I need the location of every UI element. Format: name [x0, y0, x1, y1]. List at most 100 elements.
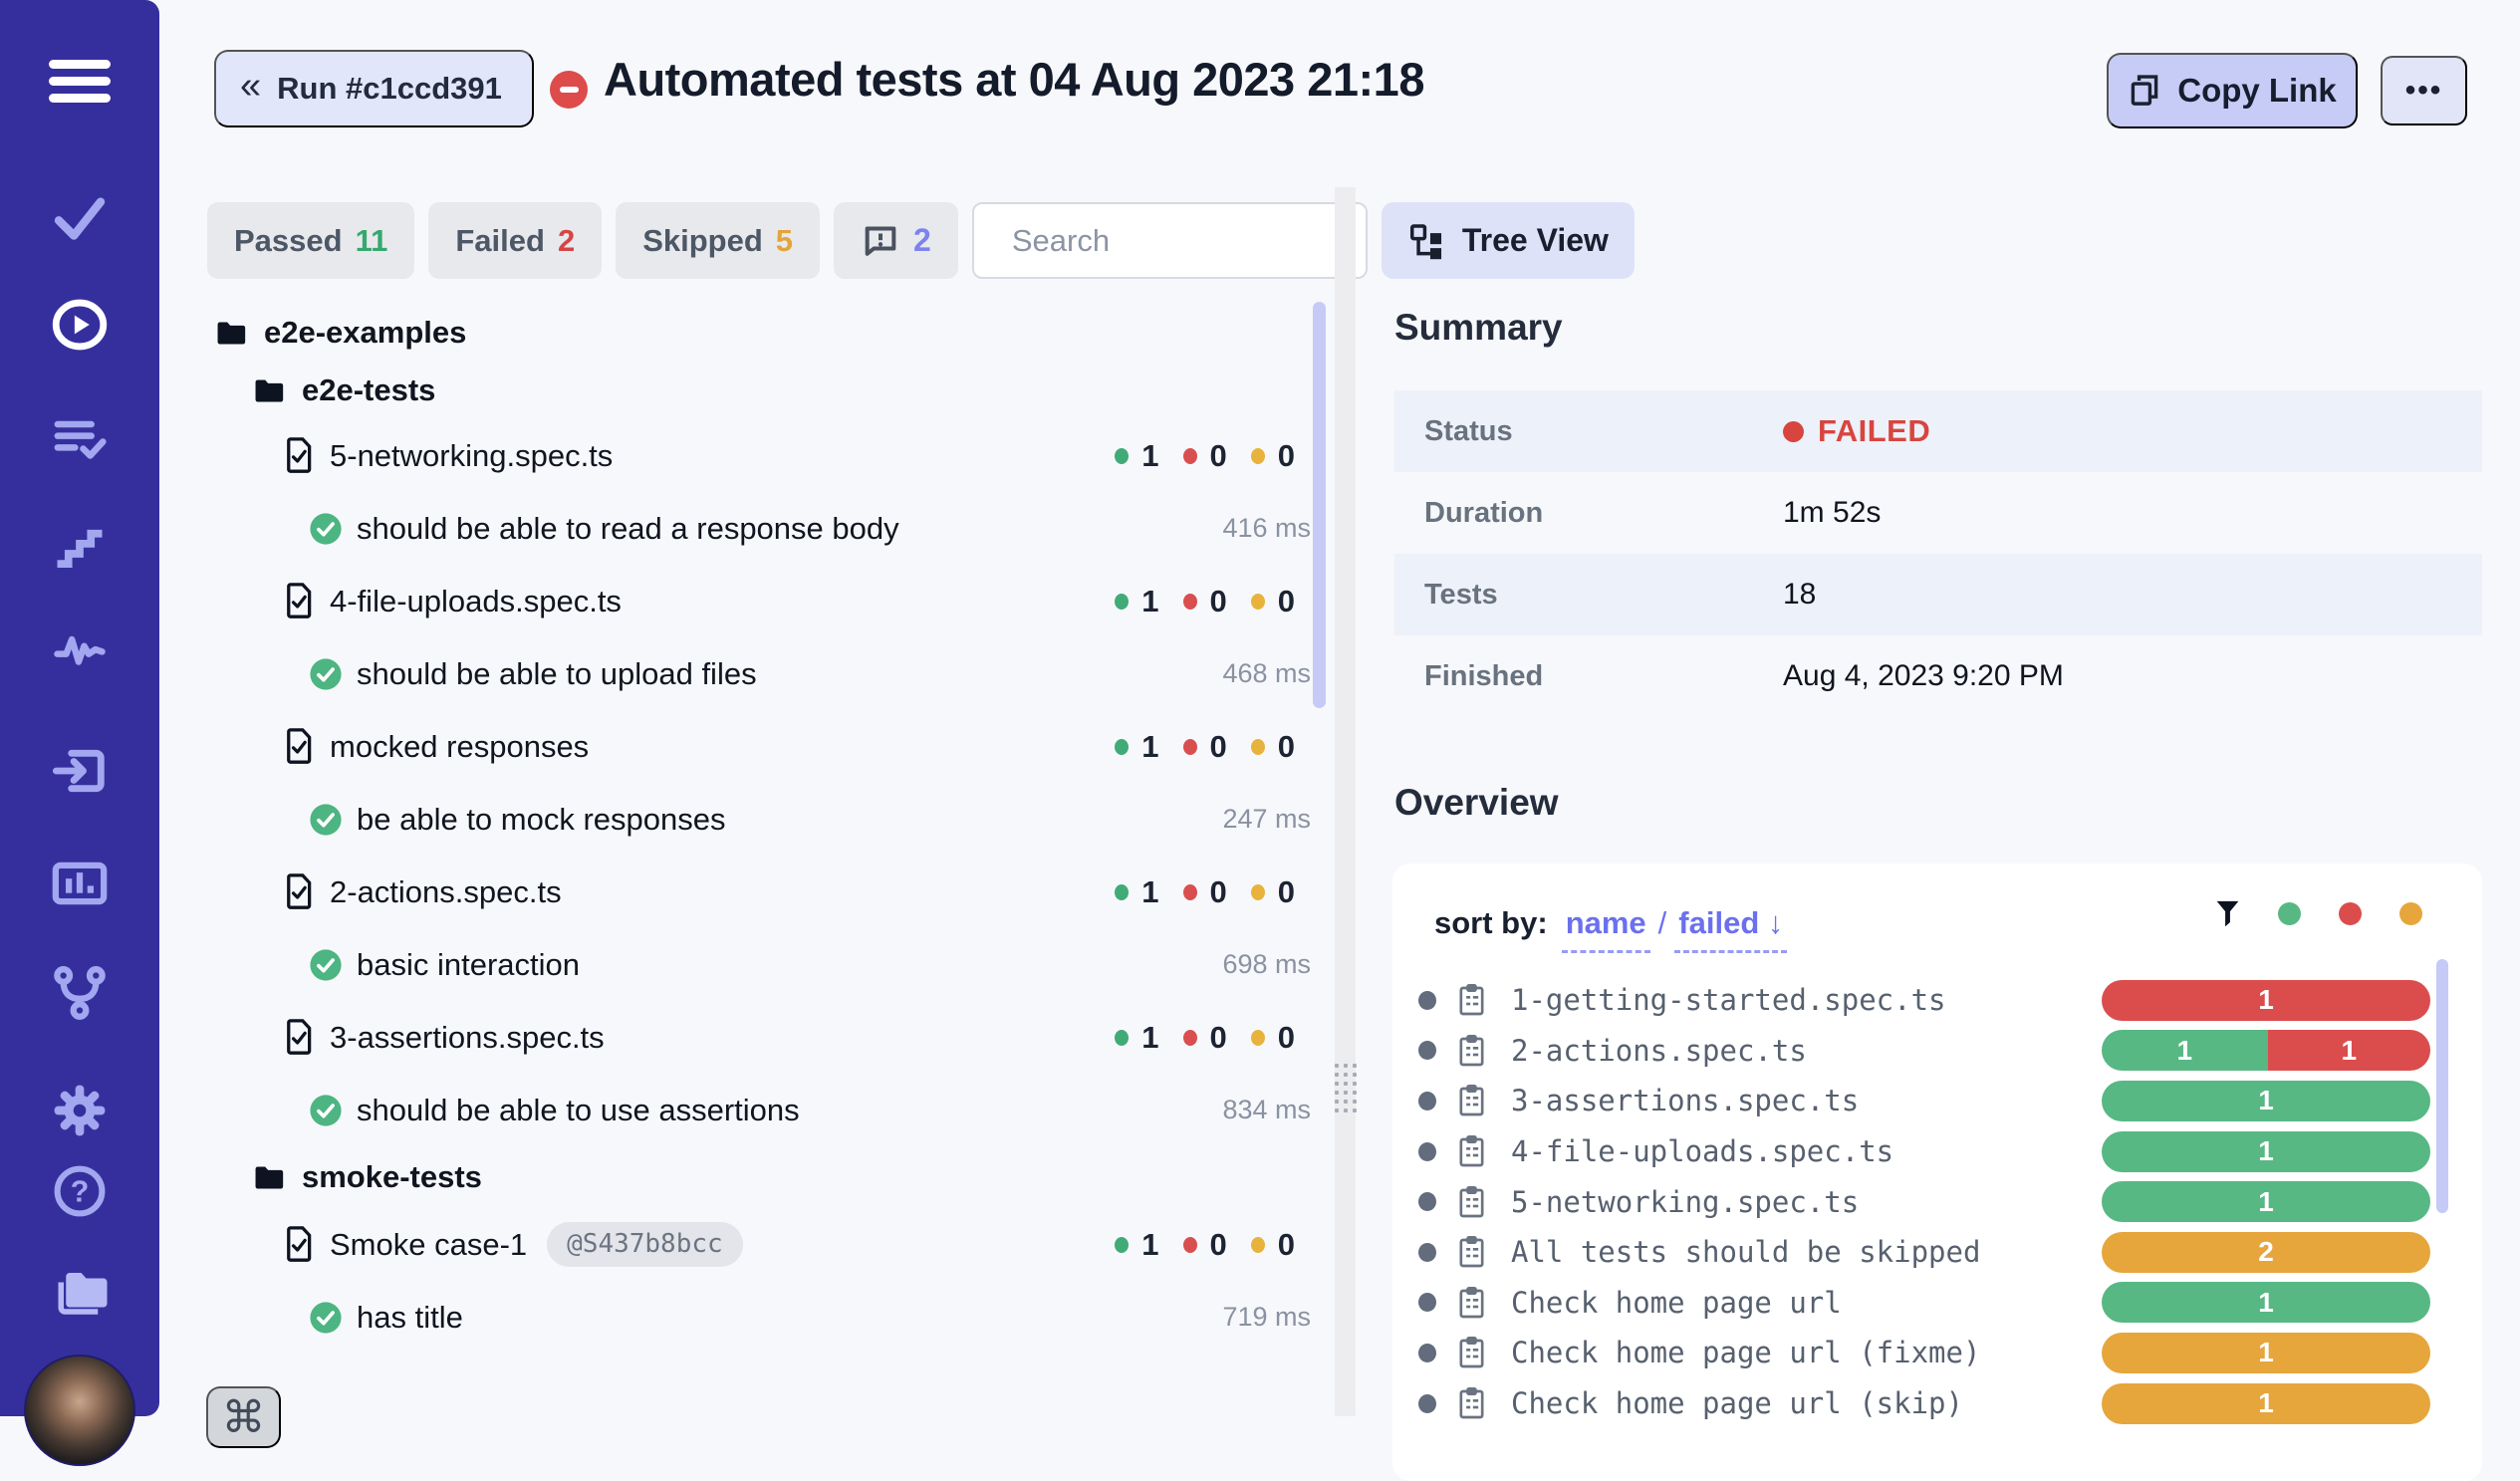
bar-segment-count: 1: [2258, 1287, 2274, 1319]
tree-row-label: e2e-tests: [302, 372, 435, 408]
result-counts: 100: [1115, 438, 1295, 474]
user-avatar[interactable]: [24, 1355, 135, 1466]
result-bar: 1: [2102, 1081, 2430, 1121]
failed-count: 2: [558, 223, 575, 259]
passed-count: 1: [1141, 874, 1158, 910]
sort-failed-label: failed: [1678, 905, 1759, 940]
list-check-icon[interactable]: [52, 412, 108, 464]
tree-row-file[interactable]: Smoke case-1@S437b8bcc100: [214, 1208, 1320, 1281]
status-failed-text: FAILED: [1818, 413, 1930, 449]
skipped-count: 0: [1278, 438, 1295, 474]
summary-value: 1m 52s: [1783, 496, 1881, 530]
play-circle-icon[interactable]: [51, 297, 109, 353]
filter-dot-amber[interactable]: [2399, 902, 2422, 925]
tree-row-folder[interactable]: smoke-tests: [214, 1146, 1320, 1208]
tree-view-icon: [1407, 222, 1445, 260]
summary-row: StatusFAILED: [1394, 390, 2482, 472]
tree-view-button[interactable]: Tree View: [1382, 202, 1635, 279]
svg-text:?: ?: [71, 1176, 90, 1209]
tree-row-label: smoke-tests: [302, 1159, 482, 1195]
test-tree: e2e-examples e2e-tests 5-networking.spec.t…: [214, 304, 1320, 1354]
summary-value: FAILED: [1783, 413, 1930, 449]
test-duration: 416 ms: [1222, 513, 1311, 544]
test-list-icon: [1458, 1287, 1485, 1319]
tree-row-file[interactable]: 3-assertions.spec.ts100: [214, 1001, 1320, 1074]
test-list-icon: [1458, 1035, 1485, 1067]
more-options-button[interactable]: •••: [2381, 56, 2467, 125]
sort-controls: sort by: name / failed ↓: [1434, 903, 1787, 953]
overview-row[interactable]: 4-file-uploads.spec.ts1: [1392, 1126, 2482, 1177]
sort-by-name-link[interactable]: name: [1562, 903, 1650, 953]
bar-segment-count: 1: [2258, 1337, 2274, 1368]
menu-icon[interactable]: [49, 60, 111, 103]
tree-row-file[interactable]: 2-actions.spec.ts100: [214, 856, 1320, 928]
overview-row[interactable]: Check home page url1: [1392, 1278, 2482, 1329]
overview-scrollbar[interactable]: [2436, 959, 2448, 1213]
passed-check-icon: [309, 1301, 343, 1335]
bar-segment-green: 1: [2102, 1181, 2430, 1222]
sort-by-label: sort by:: [1434, 903, 1548, 941]
tree-row-folder[interactable]: e2e-tests: [214, 362, 1320, 419]
overview-row[interactable]: 2-actions.spec.ts11: [1392, 1026, 2482, 1077]
failed-count: 0: [1210, 729, 1227, 765]
sort-by-failed-link[interactable]: failed ↓: [1674, 903, 1787, 953]
spec-bullet-icon: [1418, 1092, 1436, 1111]
summary-label: Tests: [1424, 579, 1498, 612]
tree-row-test[interactable]: should be able to use assertions834 ms: [214, 1074, 1320, 1146]
overview-card: sort by: name / failed ↓ 1-getting-start…: [1392, 864, 2482, 1481]
copy-link-button[interactable]: Copy Link: [2107, 53, 2358, 128]
help-icon[interactable]: ?: [52, 1163, 108, 1219]
result-bar: 2: [2102, 1232, 2430, 1273]
skipped-count: 0: [1278, 729, 1295, 765]
overview-row[interactable]: All tests should be skipped 2: [1392, 1227, 2482, 1278]
skipped-dot: [1251, 1237, 1265, 1253]
tree-row-test[interactable]: has title719 ms: [214, 1281, 1320, 1354]
filter-skipped[interactable]: Skipped 5: [616, 202, 820, 279]
panel-resize-gutter[interactable]: [1335, 187, 1356, 1416]
drag-handle-icon[interactable]: [1335, 1064, 1357, 1112]
bar-chart-icon[interactable]: [51, 859, 109, 908]
test-duration: 698 ms: [1222, 949, 1311, 980]
failed-dot: [1183, 1030, 1197, 1046]
tree-row-test[interactable]: should be able to read a response body41…: [214, 492, 1320, 565]
overview-row[interactable]: Check home page url (fixme) 1: [1392, 1328, 2482, 1378]
overview-row[interactable]: 1-getting-started.spec.ts1: [1392, 975, 2482, 1026]
spec-name: Check home page url (fixme): [1511, 1336, 1980, 1369]
result-bar: 1: [2102, 1181, 2430, 1222]
tree-row-file[interactable]: mocked responses100: [214, 710, 1320, 783]
check-icon[interactable]: [52, 192, 108, 244]
test-list-icon: [1458, 1085, 1485, 1116]
gear-icon[interactable]: [51, 1082, 109, 1139]
filter-passed[interactable]: Passed 11: [207, 202, 414, 279]
filter-failed[interactable]: Failed 2: [428, 202, 602, 279]
tree-row-file[interactable]: 5-networking.spec.ts100: [214, 419, 1320, 492]
summary-value: Aug 4, 2023 9:20 PM: [1783, 659, 2064, 693]
tree-row-folder[interactable]: e2e-examples: [214, 304, 1320, 362]
filter-comments[interactable]: 2: [834, 202, 958, 279]
steps-icon[interactable]: [53, 520, 107, 570]
pulse-icon[interactable]: [53, 627, 107, 669]
funnel-icon[interactable]: [2215, 899, 2240, 928]
tree-row-test[interactable]: should be able to upload files468 ms: [214, 637, 1320, 710]
tree-row-file[interactable]: 4-file-uploads.spec.ts100: [214, 565, 1320, 637]
test-duration: 719 ms: [1222, 1302, 1311, 1333]
sign-in-icon[interactable]: [51, 745, 109, 797]
filter-dot-green[interactable]: [2278, 902, 2301, 925]
spec-name: All tests should be skipped: [1511, 1235, 1980, 1269]
tree-scrollbar[interactable]: [1313, 302, 1326, 708]
result-counts: 100: [1115, 1020, 1295, 1056]
overview-row[interactable]: 5-networking.spec.ts1: [1392, 1176, 2482, 1227]
tree-row-test[interactable]: be able to mock responses247 ms: [214, 783, 1320, 856]
folder-sidebar-icon[interactable]: [50, 1265, 110, 1321]
run-back-button[interactable]: « Run #c1ccd391: [214, 50, 534, 127]
overview-row[interactable]: Check home page url (skip)1: [1392, 1378, 2482, 1429]
passed-dot: [1115, 448, 1129, 464]
filter-dot-red[interactable]: [2339, 902, 2362, 925]
spec-file-icon: [284, 728, 314, 765]
skipped-dot: [1251, 448, 1265, 464]
failed-dot: [1183, 594, 1197, 610]
overview-row[interactable]: 3-assertions.spec.ts1: [1392, 1076, 2482, 1126]
tree-row-test[interactable]: basic interaction698 ms: [214, 928, 1320, 1001]
git-branch-icon[interactable]: [52, 964, 108, 1022]
command-shortcut-button[interactable]: ⌘: [206, 1386, 281, 1448]
